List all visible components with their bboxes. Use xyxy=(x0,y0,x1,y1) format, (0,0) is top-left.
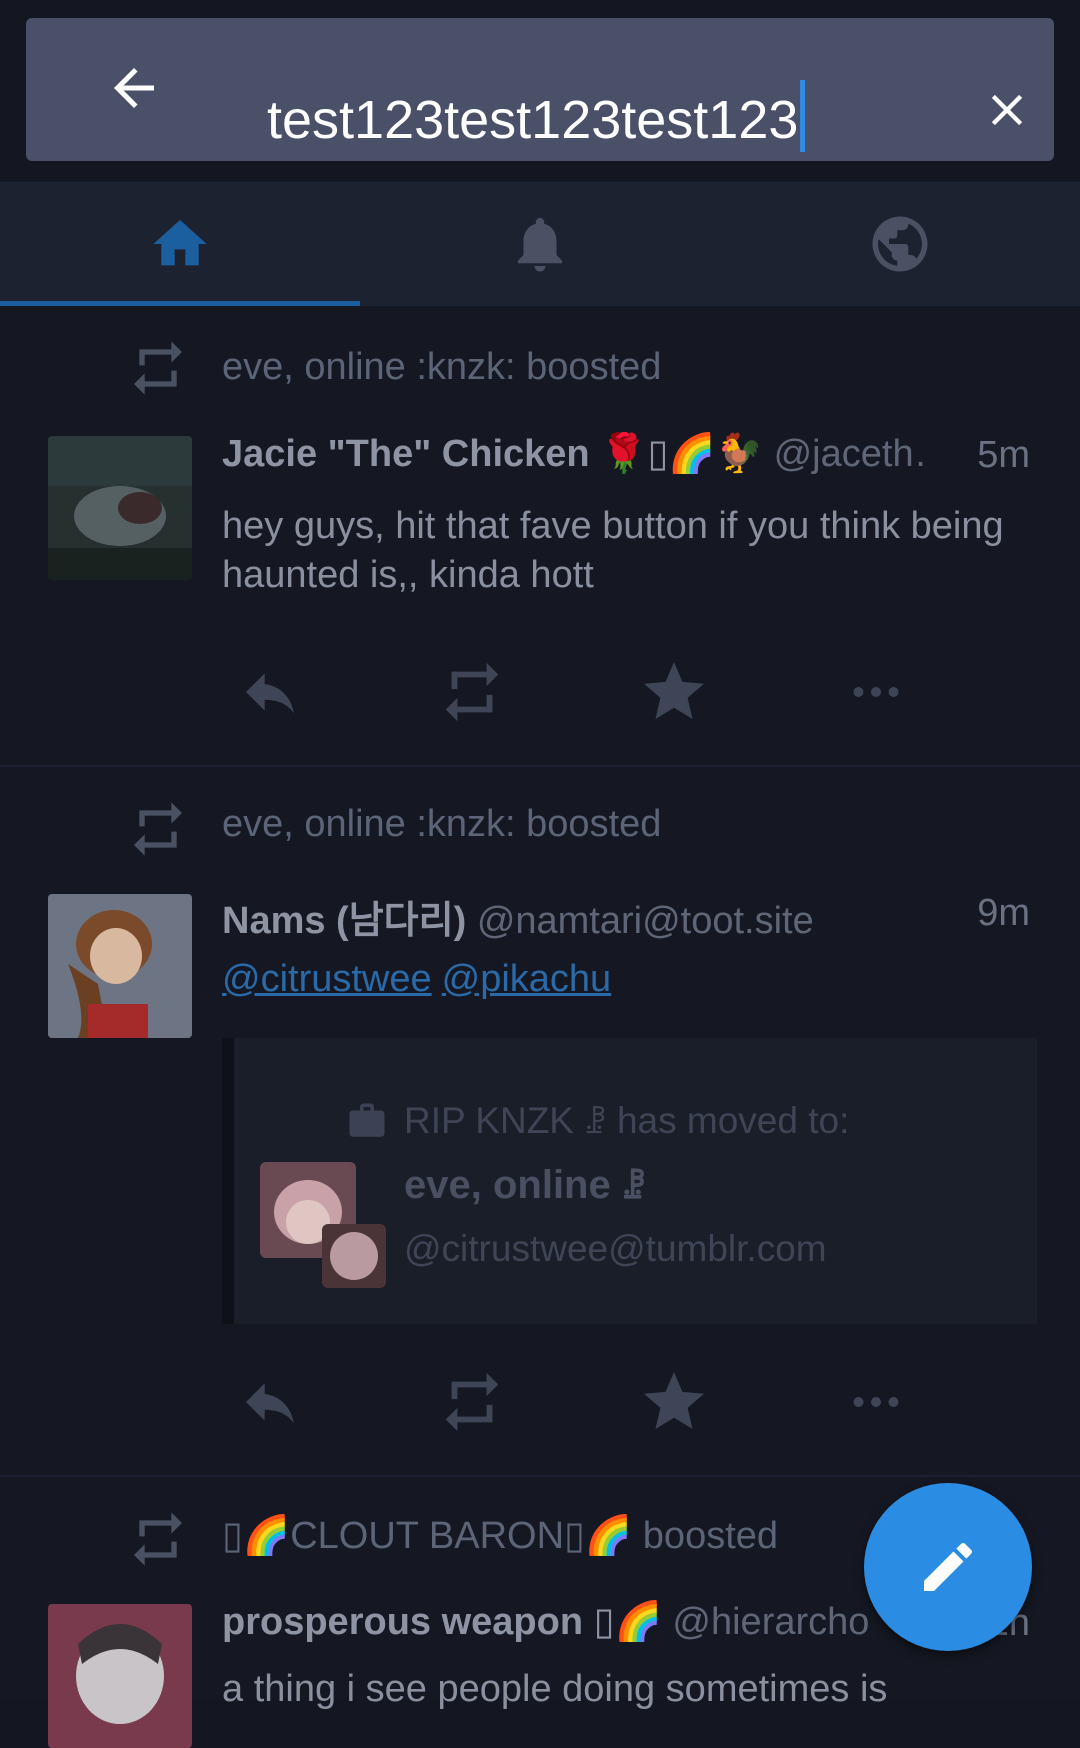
status-actions xyxy=(222,652,942,732)
moved-account-handle: @citrustwee@tumblr.com xyxy=(404,1228,827,1269)
avatar[interactable] xyxy=(48,436,192,580)
more-horizontal-icon xyxy=(853,1397,899,1407)
account-handle[interactable]: @jaceth… xyxy=(774,433,930,475)
more-horizontal-icon xyxy=(853,687,899,697)
boosted-by-text: eve, online :knzk: boosted xyxy=(222,803,662,845)
search-query-text: test123test123test123 xyxy=(267,90,799,150)
avatar-image xyxy=(48,436,192,580)
more-button[interactable] xyxy=(836,1362,916,1442)
mention-link[interactable]: @citrustwee xyxy=(222,958,432,1000)
status-actions xyxy=(222,1362,942,1442)
mention-link[interactable]: @pikachu xyxy=(442,958,612,1000)
boost-icon xyxy=(134,341,182,395)
boosted-by-text: ▯🌈CLOUT BARON▯🌈 boosted xyxy=(222,1515,779,1557)
account-handle[interactable]: @hierarcho xyxy=(672,1601,869,1643)
arrow-left-icon[interactable] xyxy=(104,58,164,118)
globe-icon xyxy=(872,216,928,272)
status-card[interactable]: eve, online :knzk: boosted Jacie "The" C… xyxy=(0,306,1080,767)
search-input[interactable]: test123test123test123 xyxy=(267,80,806,152)
moved-account-card[interactable]: RIP KNZK ꗗ has moved to: eve, online ꗗ @… xyxy=(222,1038,1037,1324)
status-header: Nams (남다리) @namtari@toot.site xyxy=(222,889,920,944)
avatar-image xyxy=(48,894,192,1038)
status-header: Jacie "The" Chicken 🌹▯🌈🐓 @jaceth… xyxy=(222,431,930,476)
boost-icon xyxy=(445,662,499,722)
timeline-tabs xyxy=(0,182,1080,306)
search-bar[interactable]: test123test123test123 xyxy=(26,18,1054,161)
status-content: a thing i see people doing sometimes is xyxy=(222,1668,888,1710)
avatar[interactable] xyxy=(48,894,192,1038)
display-name[interactable]: prosperous weapon ▯🌈 xyxy=(222,1601,662,1643)
status-card[interactable]: eve, online :knzk: boosted Nams (남다리) @n… xyxy=(0,767,1080,1477)
favourite-button[interactable] xyxy=(634,1362,714,1442)
pencil-icon xyxy=(924,1542,973,1591)
status-content: hey guys, hit that fave button if you th… xyxy=(222,505,1004,596)
home-icon xyxy=(153,220,207,266)
reply-icon xyxy=(246,673,294,714)
boost-icon xyxy=(134,1512,182,1566)
tab-federated[interactable] xyxy=(720,182,1080,306)
boost-icon xyxy=(134,802,182,856)
compose-button[interactable] xyxy=(864,1483,1032,1651)
moved-account-avatar xyxy=(260,1162,386,1288)
star-icon xyxy=(644,1372,704,1429)
reply-button[interactable] xyxy=(230,652,310,732)
status-content: @citrustwee @pikachu xyxy=(222,955,1022,1004)
boost-button[interactable] xyxy=(432,652,512,732)
more-button[interactable] xyxy=(836,652,916,732)
star-icon xyxy=(644,662,704,719)
status-time: 9m xyxy=(977,892,1030,934)
boost-button[interactable] xyxy=(432,1362,512,1442)
tab-home[interactable] xyxy=(0,182,360,306)
reply-icon xyxy=(246,1383,294,1424)
bell-icon xyxy=(518,217,562,272)
avatar-image xyxy=(48,1604,192,1748)
account-handle[interactable]: @namtari@toot.site xyxy=(477,900,814,942)
tab-notifications[interactable] xyxy=(360,182,720,306)
display-name[interactable]: Jacie "The" Chicken 🌹▯🌈🐓 xyxy=(222,433,763,475)
status-header: prosperous weapon ▯🌈 @hierarcho xyxy=(222,1599,970,1644)
text-caret xyxy=(800,80,806,152)
moved-notice-text: RIP KNZK ꗗ has moved to: xyxy=(404,1100,850,1141)
reply-button[interactable] xyxy=(230,1362,310,1442)
close-icon[interactable] xyxy=(981,84,1033,136)
favourite-button[interactable] xyxy=(634,652,714,732)
status-time: 5m xyxy=(977,434,1030,476)
display-name[interactable]: Nams (남다리) xyxy=(222,900,466,942)
avatar[interactable] xyxy=(48,1604,192,1748)
boost-icon xyxy=(445,1372,499,1432)
boosted-by-text: eve, online :knzk: boosted xyxy=(222,346,662,388)
briefcase-icon xyxy=(349,1103,385,1137)
moved-account-name: eve, online ꗗ xyxy=(404,1163,647,1207)
